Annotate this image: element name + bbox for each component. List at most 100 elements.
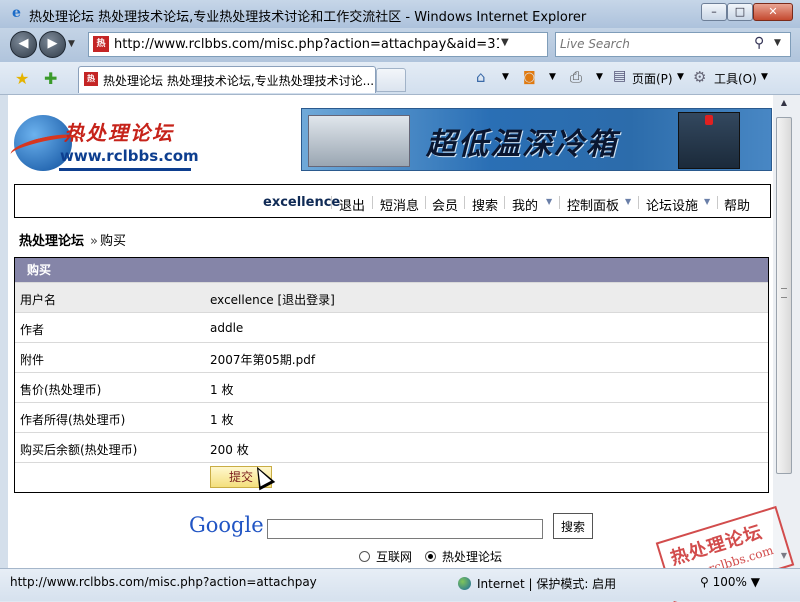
forum-logo[interactable]: 热处理论坛 www.rclbbs.com [8, 109, 199, 174]
row-value-author: addle [210, 321, 244, 335]
row-label: 售价(热处理币) [20, 383, 102, 397]
tools-dropdown-icon[interactable]: ▼ [761, 72, 768, 82]
nav-separator [425, 196, 426, 209]
row-label: 作者 [20, 323, 45, 337]
device-light [705, 115, 713, 125]
page-icon[interactable]: ▤ [613, 68, 626, 84]
radio-selected-icon [425, 551, 436, 562]
address-input[interactable] [114, 36, 499, 52]
rss-feed-icon[interactable]: ◙ [523, 70, 536, 85]
site-favicon-icon: 热 [93, 36, 109, 52]
tools-gear-icon[interactable]: ⚙ [693, 68, 706, 86]
search-provider-dropdown-icon[interactable]: ▼ [774, 38, 781, 48]
scrollbar-thumb[interactable] [776, 117, 792, 474]
tab-active[interactable]: 热 热处理论坛 热处理技术论坛,专业热处理技术讨论... [78, 66, 376, 93]
radio-forum[interactable]: 热处理论坛 [425, 548, 502, 565]
row-label: 附件 [20, 353, 45, 367]
banner-text: 超低温深冷箱 [426, 127, 618, 162]
breadcrumb-current: 购买 [99, 234, 126, 249]
ie-logo-icon: e [12, 5, 21, 21]
nav-logout[interactable]: 退出 [339, 195, 365, 214]
table-row: 附件 2007年第05期.pdf [15, 342, 768, 373]
logo-underline [59, 168, 191, 171]
browser-navigation-bar: ◀ ▶ ▼ 热 ▼ ⇆ ✕ ⚲ ▼ [0, 28, 800, 62]
status-url: http://www.rclbbs.com/misc.php?action=at… [10, 575, 317, 589]
google-search-box: Google 搜索 互联网 热处理论坛 [185, 509, 597, 567]
close-button[interactable]: ✕ [753, 3, 793, 21]
zoom-value: 100% [712, 575, 747, 589]
nav-facilities[interactable]: 论坛设施 [646, 195, 698, 214]
search-icon[interactable]: ⚲ [754, 35, 764, 51]
nav-my-dropdown-icon[interactable]: ▼ [546, 197, 552, 206]
maximize-button[interactable]: □ [727, 3, 753, 21]
address-dropdown-icon[interactable]: ▼ [501, 37, 509, 48]
tools-menu[interactable]: 工具(O) [714, 70, 757, 87]
scroll-up-arrow-icon[interactable]: ▲ [776, 98, 792, 112]
back-button[interactable]: ◀ [10, 31, 37, 58]
nav-control-panel-dropdown-icon[interactable]: ▼ [625, 197, 631, 206]
window-title-bar[interactable]: e 热处理论坛 热处理技术论坛,专业热处理技术讨论和工作交流社区 - Windo… [0, 0, 800, 28]
page-dropdown-icon[interactable]: ▼ [677, 72, 684, 82]
security-zone[interactable]: Internet | 保护模式: 启用 [458, 575, 616, 592]
google-search-button[interactable]: 搜索 [553, 513, 593, 539]
row-value-username[interactable]: excellence [退出登录] [210, 291, 335, 308]
banner-ad[interactable]: 超低温深冷箱 [301, 108, 772, 171]
table-row: 作者 addle [15, 312, 768, 343]
nav-separator [717, 196, 718, 209]
address-bar[interactable]: 热 ▼ ⇆ ✕ [88, 32, 627, 57]
breadcrumb-home-link[interactable]: 热处理论坛 [19, 234, 84, 249]
row-label: 作者所得(热处理币) [20, 413, 126, 427]
add-favorites-icon[interactable]: ✚ [44, 69, 57, 88]
nav-search[interactable]: 搜索 [472, 195, 498, 214]
favorites-star-icon[interactable]: ★ [15, 69, 29, 88]
nav-help[interactable]: 帮助 [724, 195, 750, 214]
breadcrumb: 热处理论坛 » 购买 [19, 230, 126, 249]
nav-separator [559, 196, 560, 209]
forward-button[interactable]: ▶ [39, 31, 66, 58]
row-label: 购买后余额(热处理币) [20, 443, 138, 457]
radio-forum-label: 热处理论坛 [442, 550, 503, 564]
print-icon[interactable]: ⎙ [570, 68, 582, 86]
table-row-submit: 提交 [15, 462, 768, 494]
purchase-header: 购买 [15, 258, 768, 282]
tab-favicon-icon: 热 [84, 72, 98, 86]
nav-my[interactable]: 我的 [512, 195, 538, 214]
history-dropdown-icon[interactable]: ▼ [68, 39, 75, 49]
nav-username[interactable]: excellence [263, 195, 340, 210]
tab-label: 热处理论坛 热处理技术论坛,专业热处理技术讨论... [103, 74, 373, 88]
nav-control-panel[interactable]: 控制面板 [567, 195, 619, 214]
home-dropdown-icon[interactable]: ▼ [502, 72, 509, 82]
tab-bar: ★ ✚ 热 热处理论坛 热处理技术论坛,专业热处理技术讨论... ⌂ ▼ ◙ ▼… [0, 62, 800, 95]
nav-separator [331, 196, 332, 209]
window-title: 热处理论坛 热处理技术论坛,专业热处理技术讨论和工作交流社区 - Windows… [29, 10, 587, 25]
nav-messages[interactable]: 短消息 [380, 195, 419, 214]
status-bar: http://www.rclbbs.com/misc.php?action=at… [0, 568, 800, 601]
live-search-box[interactable]: ⚲ ▼ [555, 32, 791, 57]
home-icon[interactable]: ⌂ [476, 68, 486, 86]
purchase-form: 购买 用户名 excellence [退出登录] 作者 addle 附件 200… [14, 257, 769, 493]
breadcrumb-separator: » [90, 234, 98, 249]
device-image [678, 112, 740, 169]
logo-title: 热处理论坛 [64, 121, 174, 145]
minimize-button[interactable]: – [701, 3, 727, 21]
nav-separator [464, 196, 465, 209]
zoom-level[interactable]: ⚲ 100% ▼ [700, 575, 760, 589]
logo-url: www.rclbbs.com [60, 147, 199, 165]
nav-facilities-dropdown-icon[interactable]: ▼ [704, 197, 710, 206]
radio-unselected-icon [359, 551, 370, 562]
google-search-input[interactable] [267, 519, 543, 539]
feeds-dropdown-icon[interactable]: ▼ [549, 72, 556, 82]
page-menu[interactable]: 页面(P) [632, 70, 673, 87]
forum-navigation: excellence 退出 短消息 会员 搜索 我的 ▼ 控制面板 ▼ 论坛设施… [14, 184, 771, 218]
freezer-image [308, 115, 410, 167]
print-dropdown-icon[interactable]: ▼ [596, 72, 603, 82]
security-zone-label: Internet | 保护模式: 启用 [477, 577, 617, 591]
table-row: 购买后余额(热处理币) 200 枚 [15, 432, 768, 463]
radio-internet[interactable]: 互联网 [359, 548, 412, 565]
table-row: 用户名 excellence [退出登录] [15, 282, 768, 313]
new-tab-button[interactable] [376, 68, 406, 92]
nav-members[interactable]: 会员 [432, 195, 458, 214]
radio-internet-label: 互联网 [376, 550, 413, 564]
zoom-icon: ⚲ [700, 575, 713, 589]
live-search-input[interactable] [560, 36, 760, 52]
